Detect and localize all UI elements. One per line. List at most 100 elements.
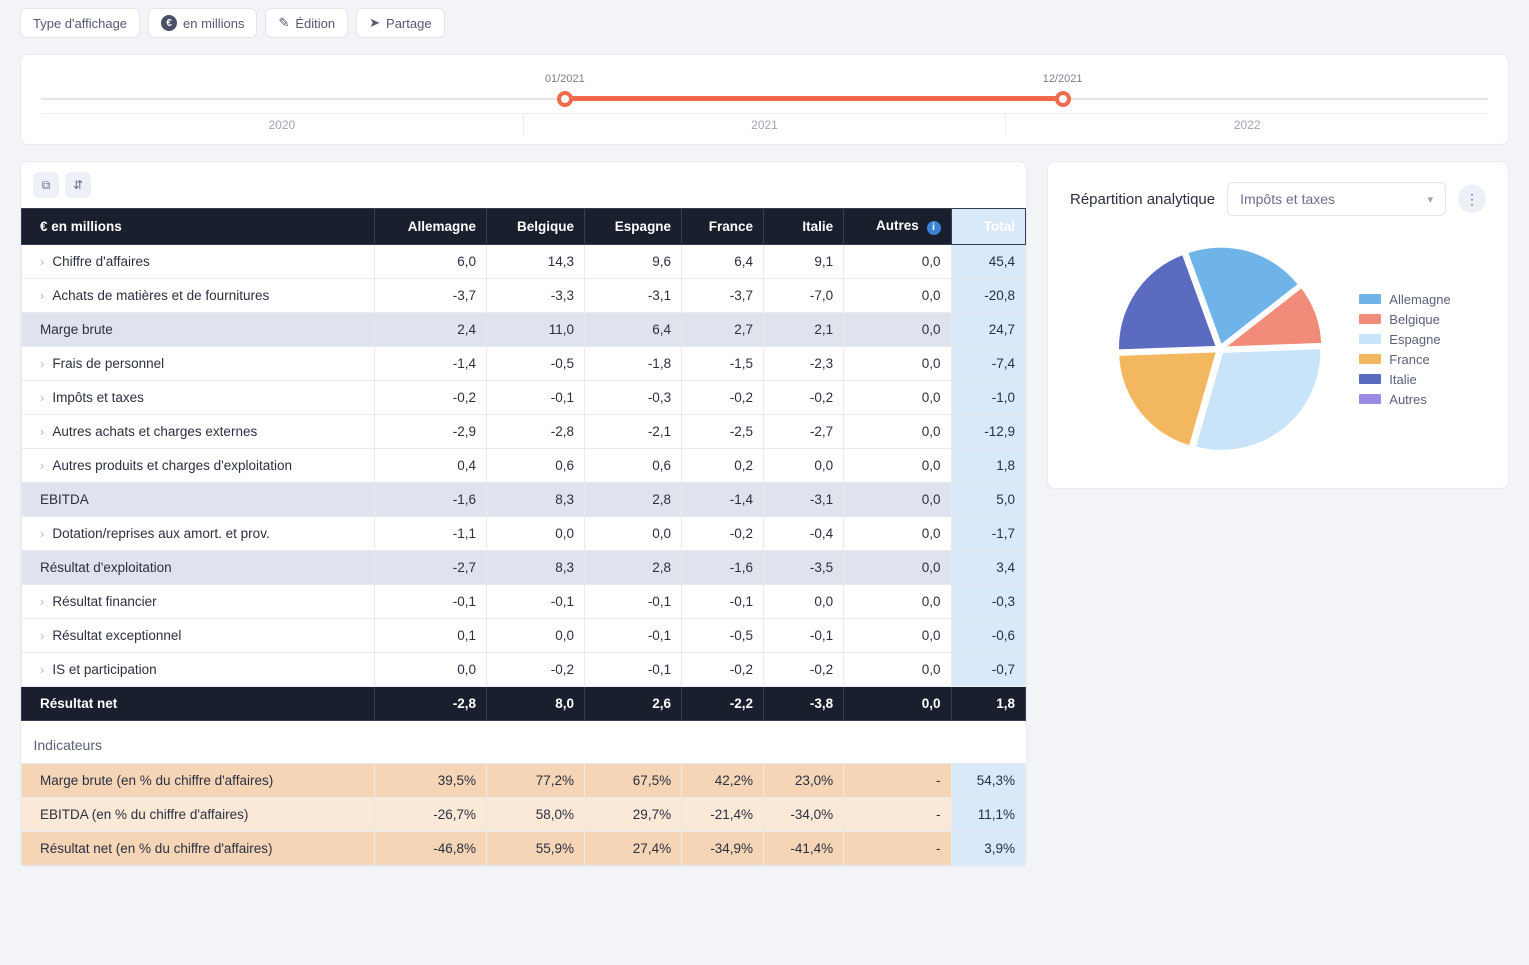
cell: -34,9% bbox=[682, 832, 764, 866]
cell: 24,7 bbox=[951, 313, 1025, 347]
row-label[interactable]: Frais de personnel bbox=[22, 347, 375, 381]
row-label[interactable]: Dotation/reprises aux amort. et prov. bbox=[22, 517, 375, 551]
row-label[interactable]: Impôts et taxes bbox=[22, 381, 375, 415]
timeline-handle-end[interactable] bbox=[1055, 91, 1071, 107]
legend-label: Espagne bbox=[1389, 332, 1440, 347]
sort-icon: ⇵ bbox=[73, 178, 83, 192]
column-header[interactable]: France bbox=[682, 209, 764, 245]
cell: 55,9% bbox=[487, 832, 585, 866]
cell: 54,3% bbox=[951, 764, 1025, 798]
row-label[interactable]: Résultat exceptionnel bbox=[22, 619, 375, 653]
timeline-fill bbox=[565, 96, 1063, 101]
legend-label: Italie bbox=[1389, 372, 1416, 387]
cell: 11,0 bbox=[487, 313, 585, 347]
cell: 1,8 bbox=[951, 687, 1025, 721]
legend-item[interactable]: Allemagne bbox=[1359, 292, 1450, 307]
column-header[interactable]: Italie bbox=[764, 209, 844, 245]
share-button[interactable]: ➤ Partage bbox=[356, 8, 444, 38]
table-row[interactable]: Dotation/reprises aux amort. et prov. -1,… bbox=[22, 517, 1026, 551]
legend-item[interactable]: Belgique bbox=[1359, 312, 1450, 327]
row-label[interactable]: Résultat financier bbox=[22, 585, 375, 619]
legend-item[interactable]: France bbox=[1359, 352, 1450, 367]
cell: - bbox=[844, 798, 951, 832]
table-row: Résultat net-2,88,02,6-2,2-3,80,01,8 bbox=[22, 687, 1026, 721]
cell: -12,9 bbox=[951, 415, 1025, 449]
cell: 0,0 bbox=[585, 517, 682, 551]
cell: -0,3 bbox=[585, 381, 682, 415]
timeline-handle-start[interactable] bbox=[557, 91, 573, 107]
cell: -3,1 bbox=[764, 483, 844, 517]
edition-button[interactable]: ✎ Édition bbox=[265, 8, 348, 38]
cell: 9,1 bbox=[764, 245, 844, 279]
column-header[interactable]: Belgique bbox=[487, 209, 585, 245]
table-row[interactable]: Autres produits et charges d'exploitatio… bbox=[22, 449, 1026, 483]
cell: -0,1 bbox=[764, 619, 844, 653]
table-row[interactable]: Autres achats et charges externes-2,9-2,… bbox=[22, 415, 1026, 449]
cell: 0,6 bbox=[487, 449, 585, 483]
legend-item[interactable]: Espagne bbox=[1359, 332, 1450, 347]
cell: 42,2% bbox=[682, 764, 764, 798]
table-header-row: € en millionsAllemagneBelgiqueEspagneFra… bbox=[22, 209, 1026, 245]
financial-table-card: ⧉ ⇵ € en millionsAllemagneBelgiqueEspagn… bbox=[20, 161, 1027, 867]
table-row[interactable]: Achats de matières et de fournitures-3,7… bbox=[22, 279, 1026, 313]
row-label[interactable]: IS et participation bbox=[22, 653, 375, 687]
row-label[interactable]: Chiffre d'affaires bbox=[22, 245, 375, 279]
cell: 0,0 bbox=[487, 619, 585, 653]
row-label[interactable]: Autres achats et charges externes bbox=[22, 415, 375, 449]
cell: -0,2 bbox=[764, 653, 844, 687]
legend-label: Belgique bbox=[1389, 312, 1440, 327]
timeline-year[interactable]: 2021 bbox=[524, 113, 1007, 136]
table-row[interactable]: Résultat exceptionnel0,10,0-0,1-0,5-0,10… bbox=[22, 619, 1026, 653]
column-header[interactable]: Autres i bbox=[844, 209, 951, 245]
table-row[interactable]: Impôts et taxes-0,2-0,1-0,3-0,2-0,20,0-1… bbox=[22, 381, 1026, 415]
legend-label: France bbox=[1389, 352, 1429, 367]
cell: - bbox=[844, 832, 951, 866]
cell: -1,8 bbox=[585, 347, 682, 381]
table-row[interactable]: Chiffre d'affaires6,014,39,66,49,10,045,… bbox=[22, 245, 1026, 279]
table-row: Marge brute (en % du chiffre d'affaires)… bbox=[22, 764, 1026, 798]
legend-label: Autres bbox=[1389, 392, 1427, 407]
cell: -0,1 bbox=[585, 653, 682, 687]
timeline-year[interactable]: 2022 bbox=[1006, 113, 1488, 136]
column-header[interactable]: Total bbox=[951, 209, 1025, 245]
timeline-end-label: 12/2021 bbox=[1043, 73, 1083, 85]
timeline-years: 202020212022 bbox=[41, 113, 1488, 136]
legend-item[interactable]: Autres bbox=[1359, 392, 1450, 407]
cell: -0,3 bbox=[951, 585, 1025, 619]
display-type-button[interactable]: Type d'affichage bbox=[20, 8, 140, 38]
column-header[interactable]: Espagne bbox=[585, 209, 682, 245]
timeline-year[interactable]: 2020 bbox=[41, 113, 524, 136]
cell: -0,1 bbox=[374, 585, 486, 619]
row-label[interactable]: Achats de matières et de fournitures bbox=[22, 279, 375, 313]
table-row: EBITDA (en % du chiffre d'affaires)-26,7… bbox=[22, 798, 1026, 832]
sort-button[interactable]: ⇵ bbox=[65, 172, 91, 198]
legend-item[interactable]: Italie bbox=[1359, 372, 1450, 387]
cell: 39,5% bbox=[374, 764, 486, 798]
chart-menu-button[interactable]: ⋮ bbox=[1458, 185, 1486, 213]
table-row: Résultat net (en % du chiffre d'affaires… bbox=[22, 832, 1026, 866]
cell: 0,0 bbox=[844, 653, 951, 687]
table-row[interactable]: Résultat financier-0,1-0,1-0,1-0,10,00,0… bbox=[22, 585, 1026, 619]
row-label: Résultat net bbox=[22, 687, 375, 721]
cell: 0,4 bbox=[374, 449, 486, 483]
column-header[interactable]: Allemagne bbox=[374, 209, 486, 245]
table-body: Chiffre d'affaires6,014,39,66,49,10,045,… bbox=[22, 245, 1026, 866]
cell: 5,0 bbox=[951, 483, 1025, 517]
cell: -1,7 bbox=[951, 517, 1025, 551]
unit-button[interactable]: € en millions bbox=[148, 8, 257, 38]
table-row[interactable]: Frais de personnel-1,4-0,5-1,8-1,5-2,30,… bbox=[22, 347, 1026, 381]
table-row[interactable]: IS et participation0,0-0,2-0,1-0,2-0,20,… bbox=[22, 653, 1026, 687]
timeline-slider[interactable] bbox=[41, 95, 1488, 103]
table-row: Marge brute2,411,06,42,72,10,024,7 bbox=[22, 313, 1026, 347]
legend-swatch bbox=[1359, 394, 1381, 404]
chart-metric-select[interactable]: Impôts et taxes ▾ bbox=[1227, 182, 1446, 216]
info-icon[interactable]: i bbox=[927, 221, 941, 235]
copy-button[interactable]: ⧉ bbox=[33, 172, 59, 198]
cell: 67,5% bbox=[585, 764, 682, 798]
legend-swatch bbox=[1359, 334, 1381, 344]
unit-header: € en millions bbox=[22, 209, 375, 245]
cell: 0,0 bbox=[844, 245, 951, 279]
row-label[interactable]: Autres produits et charges d'exploitatio… bbox=[22, 449, 375, 483]
cell: 0,0 bbox=[844, 347, 951, 381]
cell: 2,8 bbox=[585, 483, 682, 517]
